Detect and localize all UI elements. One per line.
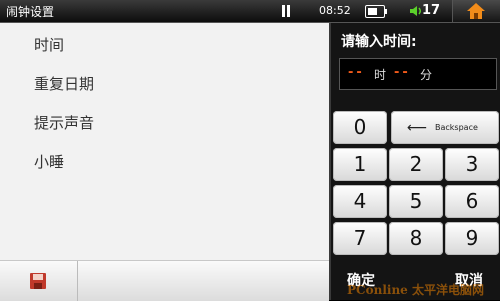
key-0[interactable]: 0 [333, 111, 387, 144]
key-1[interactable]: 1 [333, 148, 387, 181]
backspace-arrow-icon: ⟵ [407, 120, 428, 136]
key-8[interactable]: 8 [389, 222, 443, 255]
key-4[interactable]: 4 [333, 185, 387, 218]
clock: 08:52 [319, 4, 351, 17]
key-5[interactable]: 5 [389, 185, 443, 218]
time-display: -- 时 -- 分 [339, 58, 497, 90]
setting-item-alert-sound[interactable]: 提示声音 [34, 112, 94, 133]
key-2[interactable]: 2 [389, 148, 443, 181]
key-6[interactable]: 6 [445, 185, 499, 218]
volume-icon [410, 6, 421, 16]
home-icon [467, 3, 485, 19]
battery-icon [365, 5, 387, 18]
save-icon [30, 273, 46, 289]
key-9[interactable]: 9 [445, 222, 499, 255]
backspace-key[interactable]: ⟵ Backspace [391, 111, 499, 144]
minute-value: -- [394, 65, 411, 80]
save-button[interactable] [0, 261, 78, 301]
setting-item-snooze[interactable]: 小睡 [34, 151, 64, 172]
app-title: 闹钟设置 [6, 5, 55, 19]
pause-icon[interactable] [281, 5, 291, 17]
time-entry-panel: 请输入时间: -- 时 -- 分 0 ⟵ Backspace 1 2 3 4 5… [329, 23, 500, 300]
key-3[interactable]: 3 [445, 148, 499, 181]
watermark: PConline 太平洋电脑网 [347, 283, 484, 297]
minute-unit: 分 [420, 68, 433, 82]
home-button[interactable] [452, 0, 500, 22]
time-entry-prompt: 请输入时间: [341, 34, 417, 50]
hour-value: -- [348, 65, 365, 80]
key-7[interactable]: 7 [333, 222, 387, 255]
hour-unit: 时 [374, 68, 387, 82]
status-bar: 闹钟设置 08:52 17 [0, 0, 500, 23]
settings-list: 时间 重复日期 提示声音 小睡 [0, 23, 329, 260]
setting-item-repeat-date[interactable]: 重复日期 [34, 73, 94, 94]
backspace-label: Backspace [435, 123, 478, 132]
setting-item-time[interactable]: 时间 [34, 34, 64, 55]
volume-level: 17 [422, 3, 441, 18]
bottom-toolbar [0, 260, 329, 301]
